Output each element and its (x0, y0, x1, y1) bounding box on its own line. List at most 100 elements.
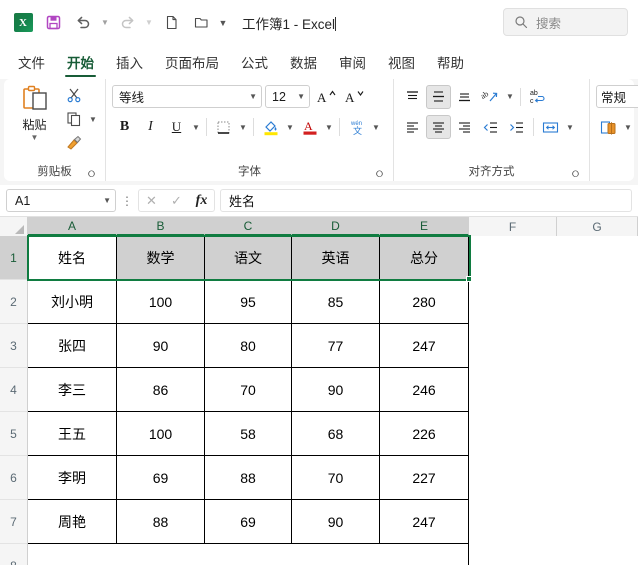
cell-G1[interactable] (557, 236, 638, 280)
formula-input[interactable]: 姓名 (220, 189, 632, 212)
increase-indent-button[interactable] (504, 115, 529, 139)
format-painter-button[interactable] (61, 131, 99, 155)
column-header-c[interactable]: C (205, 217, 292, 236)
cell-E7[interactable]: 247 (380, 500, 469, 544)
font-dialog-launcher-icon[interactable]: ⭘ (374, 169, 385, 180)
align-bottom-button[interactable] (452, 85, 477, 109)
cell-G2[interactable] (557, 280, 638, 324)
fill-color-chevron-down-icon[interactable]: ▼ (284, 123, 296, 132)
new-file-button[interactable] (156, 8, 186, 38)
column-header-d[interactable]: D (292, 217, 380, 236)
tab-formulas[interactable]: 公式 (231, 49, 278, 79)
paste-button[interactable]: 粘贴 ▼ (10, 83, 59, 142)
cell-E3[interactable]: 247 (380, 324, 469, 368)
row-header-3[interactable]: 3 (0, 324, 27, 368)
name-box-chevron-down-icon[interactable]: ▼ (103, 196, 111, 205)
undo-button[interactable] (68, 8, 98, 38)
cell-G8[interactable] (557, 544, 638, 565)
align-top-button[interactable] (400, 85, 425, 109)
cell-D7[interactable]: 90 (292, 500, 380, 544)
alignment-dialog-launcher-icon[interactable]: ⭘ (570, 169, 581, 180)
confirm-edit-button[interactable]: ✓ (164, 190, 189, 211)
cell-C1[interactable]: 语文 (205, 236, 292, 280)
tab-review[interactable]: 审阅 (329, 49, 376, 79)
cell-F7[interactable] (469, 500, 557, 544)
tab-view[interactable]: 视图 (378, 49, 425, 79)
cell-E6[interactable]: 227 (380, 456, 469, 500)
merge-chevron-down-icon[interactable]: ▼ (564, 123, 576, 132)
cell-D5[interactable]: 68 (292, 412, 380, 456)
bold-button[interactable]: B (112, 115, 137, 139)
column-header-a[interactable]: A (28, 217, 117, 236)
align-right-button[interactable] (452, 115, 477, 139)
cell-C2[interactable]: 95 (205, 280, 292, 324)
tab-data[interactable]: 数据 (280, 49, 327, 79)
cell-D4[interactable]: 90 (292, 368, 380, 412)
cell-A3[interactable]: 张四 (28, 324, 117, 368)
tab-help[interactable]: 帮助 (427, 49, 474, 79)
orientation-chevron-down-icon[interactable]: ▼ (504, 92, 516, 101)
row-header-7[interactable]: 7 (0, 500, 27, 544)
cell-C3[interactable]: 80 (205, 324, 292, 368)
cell-E5[interactable]: 226 (380, 412, 469, 456)
phonetic-chevron-down-icon[interactable]: ▼ (370, 123, 382, 132)
tab-insert[interactable]: 插入 (106, 49, 153, 79)
row-header-1[interactable]: 1 (0, 236, 29, 280)
cancel-edit-button[interactable]: ✕ (139, 190, 164, 211)
wrap-text-button[interactable]: ab c (525, 85, 550, 109)
font-size-chevron-down-icon[interactable]: ▼ (297, 92, 305, 101)
select-all-corner-button[interactable] (0, 217, 28, 236)
cell-C6[interactable]: 88 (205, 456, 292, 500)
row-header-8[interactable]: 8 (0, 544, 27, 565)
cell-A2[interactable]: 刘小明 (28, 280, 117, 324)
row-header-5[interactable]: 5 (0, 412, 27, 456)
font-name-combo[interactable]: 等线 ▼ (112, 85, 262, 108)
cell-E4[interactable]: 246 (380, 368, 469, 412)
cell-D1[interactable]: 英语 (292, 236, 380, 280)
cell-G3[interactable] (557, 324, 638, 368)
redo-button[interactable] (112, 8, 142, 38)
paste-chevron-down-icon[interactable]: ▼ (31, 134, 39, 142)
cell-D3[interactable]: 77 (292, 324, 380, 368)
clipboard-dialog-launcher-icon[interactable]: ⭘ (86, 169, 97, 180)
cell-C5[interactable]: 58 (205, 412, 292, 456)
shrink-font-button[interactable]: A (341, 85, 366, 109)
cell-B1[interactable]: 数学 (117, 236, 205, 280)
column-header-e[interactable]: E (380, 217, 469, 236)
tab-file[interactable]: 文件 (8, 49, 55, 79)
cut-button[interactable] (61, 83, 99, 107)
cell-B2[interactable]: 100 (117, 280, 205, 324)
merge-and-center-button[interactable] (538, 115, 563, 139)
cell-G6[interactable] (557, 456, 638, 500)
cell-F8[interactable] (469, 544, 557, 565)
borders-button[interactable] (211, 115, 236, 139)
column-header-f[interactable]: F (469, 217, 557, 236)
copy-chevron-down-icon[interactable]: ▼ (87, 115, 99, 124)
open-file-button[interactable] (186, 8, 216, 38)
cell-G7[interactable] (557, 500, 638, 544)
cell-G4[interactable] (557, 368, 638, 412)
cell-A5[interactable]: 王五 (28, 412, 117, 456)
cell-C8[interactable] (205, 544, 292, 565)
cell-C7[interactable]: 69 (205, 500, 292, 544)
align-left-button[interactable] (400, 115, 425, 139)
formula-bar-drag-handle[interactable]: ⋮ (119, 194, 135, 208)
cell-B8[interactable] (117, 544, 205, 565)
cell-C4[interactable]: 70 (205, 368, 292, 412)
font-color-button[interactable]: A (297, 115, 322, 139)
cell-A7[interactable]: 周艳 (28, 500, 117, 544)
cell-A1[interactable]: 姓名 (28, 236, 117, 280)
cell-D8[interactable] (292, 544, 380, 565)
align-middle-button[interactable] (426, 84, 451, 109)
cell-B5[interactable]: 100 (117, 412, 205, 456)
cell-A4[interactable]: 李三 (28, 368, 117, 412)
copy-button[interactable]: ▼ (61, 107, 99, 131)
cell-F3[interactable] (469, 324, 557, 368)
font-color-chevron-down-icon[interactable]: ▼ (323, 123, 335, 132)
align-center-button[interactable] (426, 115, 451, 139)
cell-B6[interactable]: 69 (117, 456, 205, 500)
undo-dropdown-chevron-down-icon[interactable]: ▼ (98, 8, 112, 38)
accounting-chevron-down-icon[interactable]: ▼ (622, 123, 634, 132)
row-header-6[interactable]: 6 (0, 456, 27, 500)
grow-font-button[interactable]: A (313, 85, 338, 109)
